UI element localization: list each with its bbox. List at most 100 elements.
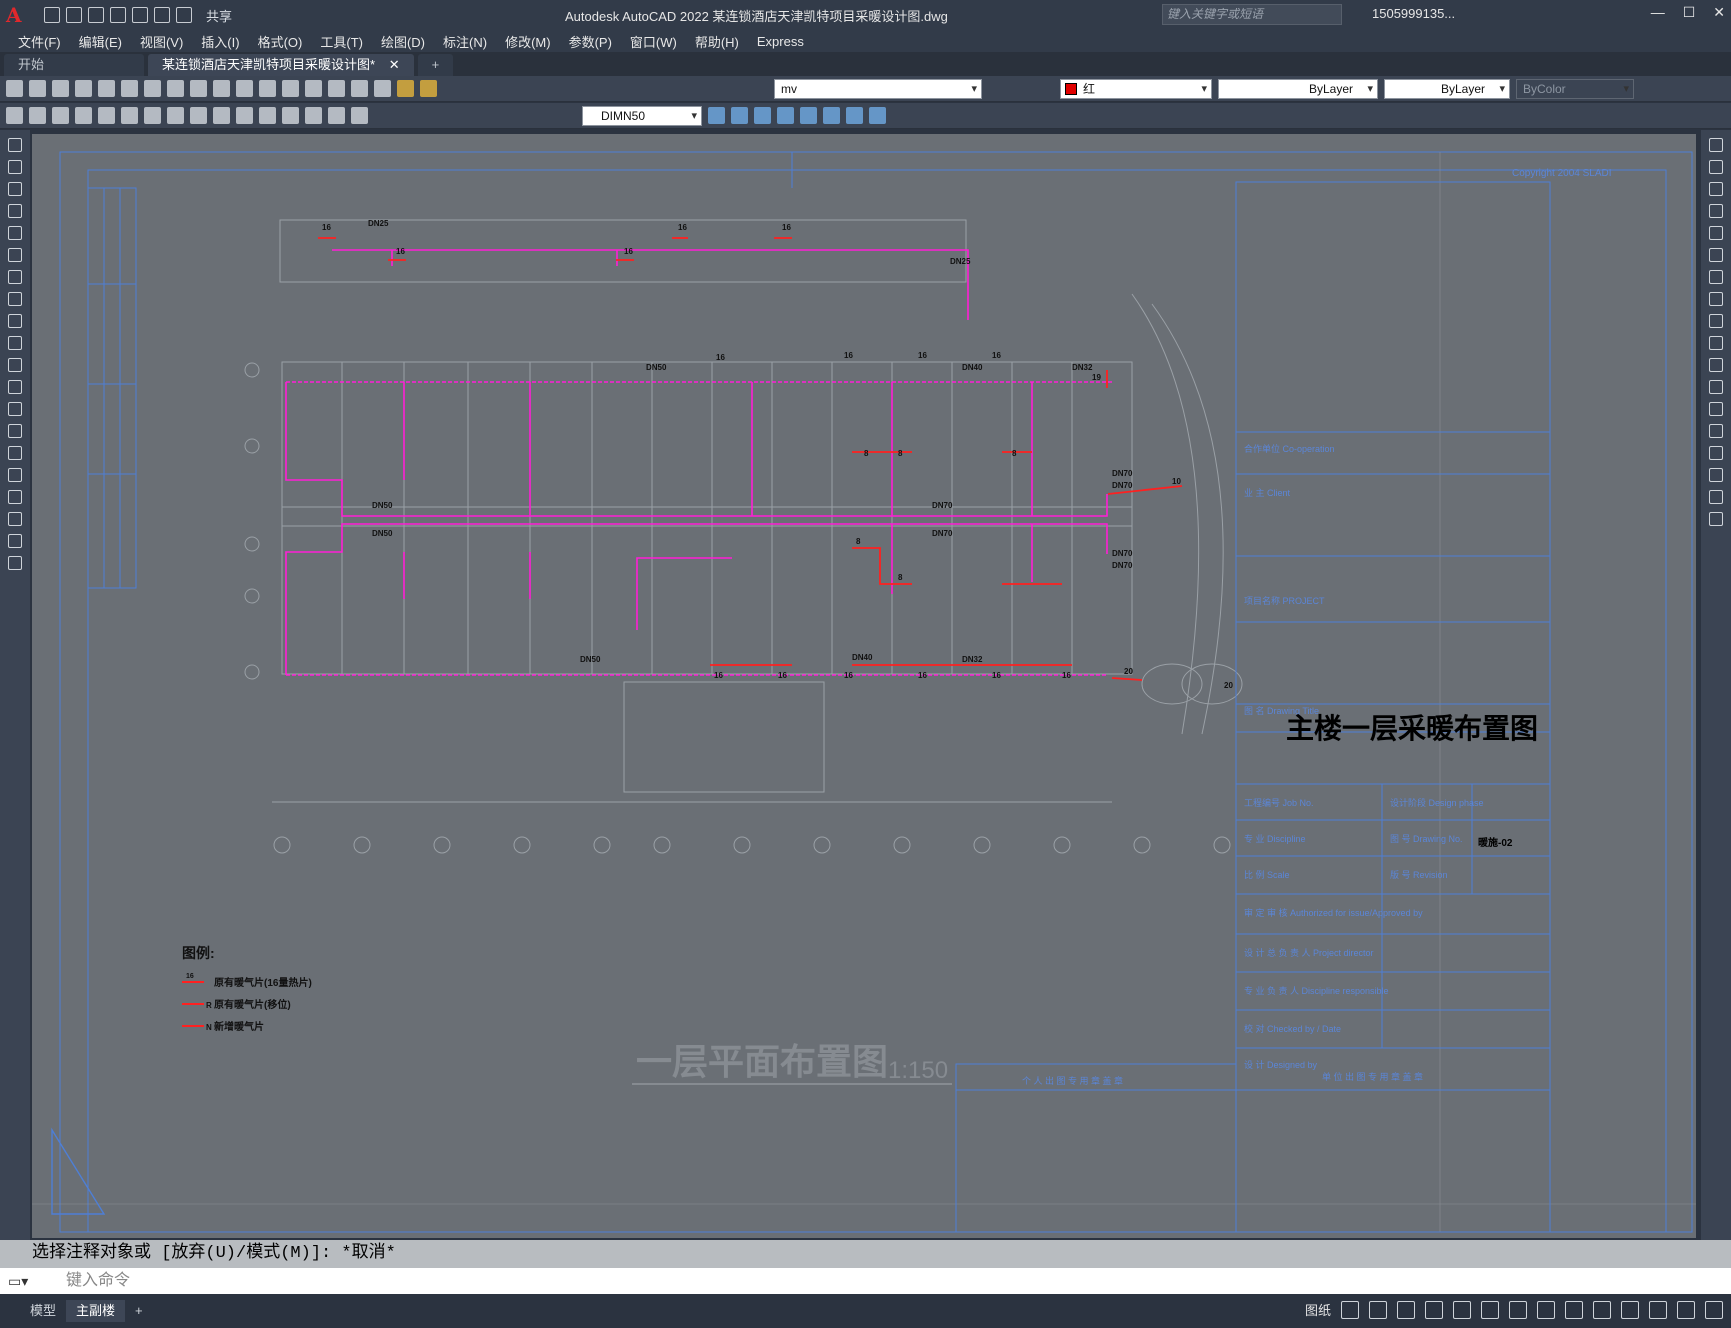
redo-icon[interactable] <box>176 7 192 23</box>
zoom-icon[interactable] <box>305 80 322 97</box>
menu-edit[interactable]: 编辑(E) <box>79 32 122 51</box>
angular-dim-icon[interactable] <box>190 107 207 124</box>
new-icon[interactable] <box>6 80 23 97</box>
tolerance-icon[interactable] <box>259 107 276 124</box>
autocad-logo-icon[interactable]: A <box>6 3 30 27</box>
polyline-icon[interactable] <box>8 182 22 196</box>
open-file-icon[interactable] <box>66 7 82 23</box>
layer-state-icon[interactable] <box>420 80 437 97</box>
dim-text-edit-icon[interactable] <box>328 107 345 124</box>
ellipse-icon[interactable] <box>8 336 22 350</box>
linetype-dropdown[interactable]: ByLayer <box>1218 79 1378 99</box>
new-file-icon[interactable] <box>44 7 60 23</box>
help-icon[interactable] <box>374 80 391 97</box>
stretch-icon[interactable] <box>1709 314 1723 328</box>
blend-curves-icon[interactable] <box>1709 490 1723 504</box>
layer-dropdown[interactable]: mv <box>774 79 982 99</box>
properties-icon[interactable] <box>328 80 345 97</box>
menu-view[interactable]: 视图(V) <box>140 32 183 51</box>
ole-icon[interactable] <box>846 107 863 124</box>
search-input[interactable]: 键入关键字或短语 <box>1162 4 1342 25</box>
jogged-dim-icon[interactable] <box>144 107 161 124</box>
make-block-icon[interactable] <box>8 402 22 416</box>
command-line[interactable]: ▭▾ 键入命令 <box>0 1268 1731 1294</box>
tab-model[interactable]: 模型 <box>20 1300 66 1322</box>
tab-start[interactable]: 开始 <box>4 54 144 76</box>
rotate-icon[interactable] <box>1709 270 1723 284</box>
isolate-icon[interactable] <box>1621 1300 1639 1319</box>
share-button[interactable]: 共享 <box>206 6 232 25</box>
new-tab-button[interactable]: + <box>417 54 454 76</box>
tab-drawing[interactable]: 某连锁酒店天津凯特项目采暖设计图* ✕ <box>148 54 414 76</box>
table-icon[interactable] <box>8 512 22 526</box>
user-account[interactable]: 1505999135... <box>1372 6 1455 21</box>
arc-icon[interactable] <box>8 248 22 262</box>
xref-icon[interactable] <box>754 107 771 124</box>
break-icon[interactable] <box>1709 402 1723 416</box>
baseline-dim-icon[interactable] <box>213 107 230 124</box>
lineweight-dropdown[interactable]: ByLayer <box>1384 79 1510 99</box>
image-icon[interactable] <box>777 107 794 124</box>
menu-parametric[interactable]: 参数(P) <box>569 32 612 51</box>
drawing-canvas[interactable]: Copyright 2004 SLADI DN25 DN25 DN50 DN40… <box>32 134 1696 1238</box>
menu-format[interactable]: 格式(O) <box>258 32 303 51</box>
insert-block-icon[interactable] <box>8 380 22 394</box>
markup-icon[interactable] <box>869 107 886 124</box>
copy-icon[interactable] <box>167 80 184 97</box>
color-dropdown[interactable]: 红 <box>1060 79 1212 99</box>
dim-edit-icon[interactable] <box>305 107 322 124</box>
open-icon[interactable] <box>29 80 46 97</box>
menu-insert[interactable]: 插入(I) <box>201 32 239 51</box>
extend-icon[interactable] <box>1709 358 1723 372</box>
linear-dim-icon[interactable] <box>29 107 46 124</box>
plus-icon[interactable] <box>1593 1300 1611 1319</box>
ortho-icon[interactable] <box>1369 1300 1387 1319</box>
pan-icon[interactable] <box>282 80 299 97</box>
close-tab-icon[interactable]: ✕ <box>389 57 400 72</box>
revision-cloud-icon[interactable] <box>8 292 22 306</box>
multiline-text-icon[interactable] <box>8 534 22 548</box>
menu-modify[interactable]: 修改(M) <box>505 32 551 51</box>
center-mark-icon[interactable] <box>282 107 299 124</box>
isodraft-icon[interactable] <box>1425 1300 1443 1319</box>
paste-icon[interactable] <box>190 80 207 97</box>
menu-help[interactable]: 帮助(H) <box>695 32 739 51</box>
annotation-scale-icon[interactable] <box>1537 1300 1555 1319</box>
construction-line-icon[interactable] <box>8 160 22 174</box>
quick-dim-icon[interactable] <box>6 107 23 124</box>
add-selected-icon[interactable] <box>8 556 22 570</box>
insert-icon[interactable] <box>731 107 748 124</box>
dimstyle-dropdown[interactable]: DIMN50 <box>582 106 702 126</box>
radius-dim-icon[interactable] <box>121 107 138 124</box>
hatch-icon[interactable] <box>8 446 22 460</box>
lineweight-icon[interactable] <box>1481 1300 1499 1319</box>
preview-icon[interactable] <box>98 80 115 97</box>
mirror-icon[interactable] <box>1709 182 1723 196</box>
redo-icon[interactable] <box>259 80 276 97</box>
erase-icon[interactable] <box>1709 138 1723 152</box>
ordinate-dim-icon[interactable] <box>98 107 115 124</box>
menu-window[interactable]: 窗口(W) <box>630 32 677 51</box>
ellipse-arc-icon[interactable] <box>8 358 22 372</box>
block-icon[interactable] <box>708 107 725 124</box>
rectangle-icon[interactable] <box>8 226 22 240</box>
selection-cycling-icon[interactable] <box>1509 1300 1527 1319</box>
fullscreen-icon[interactable] <box>1677 1300 1695 1319</box>
match-properties-icon[interactable] <box>213 80 230 97</box>
circle-icon[interactable] <box>8 270 22 284</box>
plotstyle-dropdown[interactable]: ByColor <box>1516 79 1634 99</box>
polygon-icon[interactable] <box>8 204 22 218</box>
spline-icon[interactable] <box>8 314 22 328</box>
polar-icon[interactable] <box>1397 1300 1415 1319</box>
move-icon[interactable] <box>1709 248 1723 262</box>
trim-icon[interactable] <box>1709 336 1723 350</box>
continue-dim-icon[interactable] <box>236 107 253 124</box>
break-at-point-icon[interactable] <box>1709 380 1723 394</box>
offset-icon[interactable] <box>1709 204 1723 218</box>
line-icon[interactable] <box>8 138 22 152</box>
publish-icon[interactable] <box>121 80 138 97</box>
fillet-icon[interactable] <box>1709 468 1723 482</box>
dim-update-icon[interactable] <box>351 107 368 124</box>
paper-space-label[interactable]: 图纸 <box>1305 1300 1331 1319</box>
snap-icon[interactable] <box>1341 1300 1359 1319</box>
